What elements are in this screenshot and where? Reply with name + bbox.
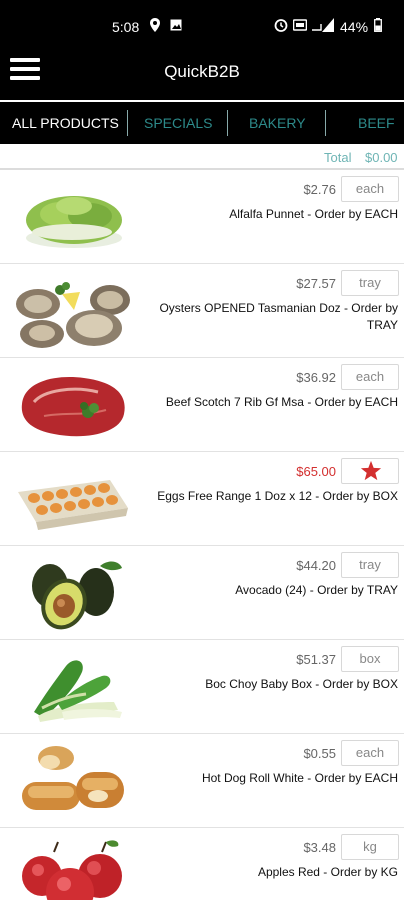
tab-separator — [325, 110, 326, 136]
status-time: 5:08 — [112, 19, 140, 35]
product-name: Oysters OPENED Tasmanian Doz - Order by … — [159, 301, 398, 332]
product-name: Avocado (24) - Order by TRAY — [235, 583, 398, 597]
product-row[interactable]: $65.00 Eggs Free Range 1 Doz x 12 - Orde… — [0, 452, 404, 546]
product-name: Apples Red - Order by KG — [257, 865, 398, 879]
product-name: Boc Choy Baby Box - Order by BOX — [205, 677, 398, 691]
unit-selector[interactable]: tray — [341, 270, 399, 296]
unit-selector[interactable]: kg — [341, 834, 399, 860]
tab-bakery[interactable]: BAKERY — [249, 115, 306, 131]
signal-icon — [312, 18, 334, 32]
tab-separator — [227, 110, 228, 136]
order-total: Total $0.00 — [0, 146, 404, 168]
eggs-tray-image — [18, 480, 128, 530]
unit-selector[interactable]: each — [341, 364, 399, 390]
tab-all-products[interactable]: ALL PRODUCTS — [12, 115, 119, 131]
tab-beef[interactable]: BEEF — [358, 115, 395, 131]
product-list: $2.76 each Alfalfa Punnet - Order by EAC… — [0, 170, 404, 900]
red-apples-image — [22, 840, 122, 900]
product-price: $44.20 — [296, 558, 336, 573]
battery-level: 44% — [340, 19, 369, 35]
unit-selector[interactable]: each — [341, 740, 399, 766]
special-star-icon — [360, 460, 382, 481]
tab-specials[interactable]: SPECIALS — [144, 115, 212, 131]
product-price: $3.48 — [303, 840, 336, 855]
tab-separator — [127, 110, 128, 136]
alarm-icon — [274, 19, 288, 32]
cast-icon — [293, 19, 307, 31]
product-price: $0.55 — [303, 746, 336, 761]
product-row[interactable]: $44.20 tray Avocado (24) - Order by TRAY — [0, 546, 404, 640]
alfalfa-sprouts-image — [26, 196, 122, 248]
oysters-image — [16, 282, 130, 348]
beef-steak-image — [21, 377, 125, 437]
image-icon — [170, 19, 182, 31]
bread-rolls-image — [22, 746, 124, 810]
app-title: QuickB2B — [164, 62, 240, 81]
product-price: $2.76 — [303, 182, 336, 197]
unit-selector[interactable] — [341, 458, 399, 484]
product-name: Hot Dog Roll White - Order by EACH — [201, 771, 398, 785]
product-row[interactable]: $3.48 kg Apples Red - Order by KG — [0, 828, 404, 900]
product-name: Alfalfa Punnet - Order by EACH — [229, 207, 398, 221]
product-name: Eggs Free Range 1 Doz x 12 - Order by BO… — [157, 489, 398, 503]
unit-selector[interactable]: box — [341, 646, 399, 672]
product-row[interactable]: $0.55 each Hot Dog Roll White - Order by… — [0, 734, 404, 828]
product-row[interactable]: $2.76 each Alfalfa Punnet - Order by EAC… — [0, 170, 404, 264]
unit-selector[interactable]: tray — [341, 552, 399, 578]
total-value: $0.00 — [365, 150, 398, 165]
product-row[interactable]: $27.57 tray Oysters OPENED Tasmanian Doz… — [0, 264, 404, 358]
bok-choy-image — [34, 660, 122, 722]
battery-icon — [374, 18, 382, 32]
location-icon — [150, 18, 160, 32]
product-name: Beef Scotch 7 Rib Gf Msa - Order by EACH — [165, 395, 398, 409]
app-header: QuickB2B — [0, 44, 404, 100]
category-tabs: ALL PRODUCTS SPECIALS BAKERY BEEF — [0, 102, 404, 144]
status-bar: 5:08 44% — [0, 0, 404, 44]
product-price: $27.57 — [296, 276, 336, 291]
product-price: $36.92 — [296, 370, 336, 385]
avocado-image — [32, 561, 122, 630]
product-price: $51.37 — [296, 652, 336, 667]
product-row[interactable]: $36.92 each Beef Scotch 7 Rib Gf Msa - O… — [0, 358, 404, 452]
unit-selector[interactable]: each — [341, 176, 399, 202]
product-row[interactable]: $51.37 box Boc Choy Baby Box - Order by … — [0, 640, 404, 734]
product-price-special: $65.00 — [296, 464, 336, 479]
total-label: Total — [324, 150, 352, 165]
